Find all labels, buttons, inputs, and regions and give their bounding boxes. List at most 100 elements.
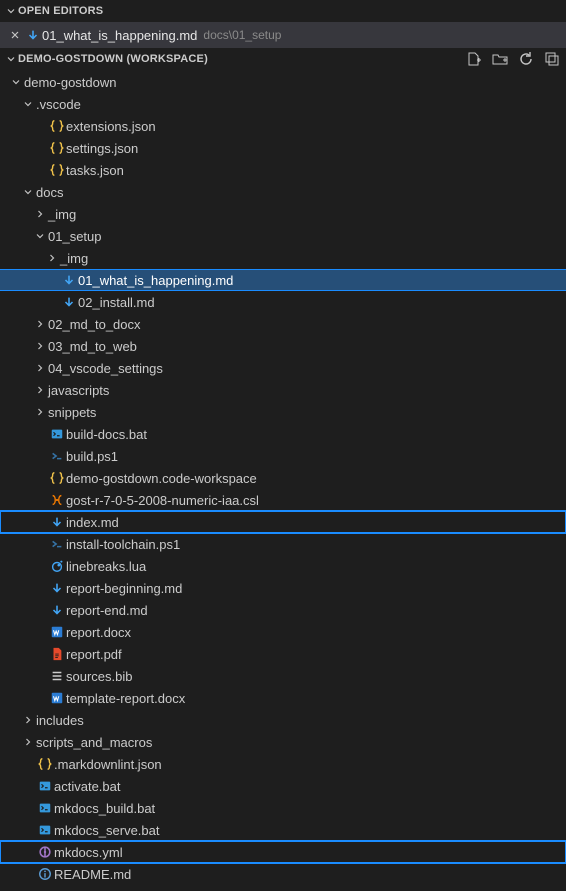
json-icon (36, 757, 54, 771)
tree-file[interactable]: .markdownlint.json (0, 753, 566, 775)
bat-icon (48, 427, 66, 441)
tree-folder[interactable]: _img (0, 247, 566, 269)
json-icon (48, 163, 66, 177)
tree-file[interactable]: extensions.json (0, 115, 566, 137)
open-editor-tab-label: 01_what_is_happening.md (42, 28, 197, 43)
tree-item-label: report-end.md (66, 603, 148, 618)
tree-item-label: mkdocs.yml (54, 845, 123, 860)
tree-folder[interactable]: javascripts (0, 379, 566, 401)
tree-item-label: mkdocs_serve.bat (54, 823, 160, 838)
tree-folder[interactable]: includes (0, 709, 566, 731)
tree-file[interactable]: activate.bat (0, 775, 566, 797)
tree-file[interactable]: report-end.md (0, 599, 566, 621)
tree-file[interactable]: settings.json (0, 137, 566, 159)
tree-file[interactable]: 02_install.md (0, 291, 566, 313)
tree-file[interactable]: demo-gostdown.code-workspace (0, 467, 566, 489)
tree-file[interactable]: gost-r-7-0-5-2008-numeric-iaa.csl (0, 489, 566, 511)
tree-item-label: 01_what_is_happening.md (78, 273, 233, 288)
refresh-icon[interactable] (518, 51, 534, 67)
tree-file[interactable]: build-docs.bat (0, 423, 566, 445)
tree-file[interactable]: sources.bib (0, 665, 566, 687)
tree-item-label: snippets (48, 405, 96, 420)
tree-folder[interactable]: 02_md_to_docx (0, 313, 566, 335)
docx-icon (48, 625, 66, 639)
tree-item-label: report-beginning.md (66, 581, 182, 596)
tree-item-label: README.md (54, 867, 131, 882)
workspace-header[interactable]: DEMO-GOSTDOWN (WORKSPACE) (0, 48, 566, 70)
tree-folder[interactable]: scripts_and_macros (0, 731, 566, 753)
tree-item-label: docs (36, 185, 63, 200)
tree-file[interactable]: template-report.docx (0, 687, 566, 709)
new-file-icon[interactable] (466, 51, 482, 67)
new-folder-icon[interactable] (492, 51, 508, 67)
chevron-down-icon[interactable] (32, 230, 48, 242)
ps1-icon (48, 537, 66, 551)
tree-file[interactable]: report-beginning.md (0, 577, 566, 599)
tree-item-label: 03_md_to_web (48, 339, 137, 354)
tree-item-label: .vscode (36, 97, 81, 112)
open-editors-header[interactable]: OPEN EDITORS (0, 0, 566, 22)
json-icon (48, 141, 66, 155)
chevron-right-icon[interactable] (20, 736, 36, 748)
json-icon (48, 119, 66, 133)
tree-folder[interactable]: _img (0, 203, 566, 225)
workspace-title: DEMO-GOSTDOWN (WORKSPACE) (18, 53, 208, 65)
tree-file[interactable]: report.pdf (0, 643, 566, 665)
chevron-right-icon[interactable] (32, 318, 48, 330)
chevron-right-icon[interactable] (32, 362, 48, 374)
tree-item-label: sources.bib (66, 669, 132, 684)
chevron-right-icon[interactable] (44, 252, 60, 264)
tree-file[interactable]: install-toolchain.ps1 (0, 533, 566, 555)
tree-folder[interactable]: snippets (0, 401, 566, 423)
tree-folder[interactable]: .vscode (0, 93, 566, 115)
chevron-down-icon[interactable] (8, 76, 24, 88)
tree-file[interactable]: build.ps1 (0, 445, 566, 467)
chevron-right-icon[interactable] (32, 340, 48, 352)
tree-item-label: activate.bat (54, 779, 121, 794)
md-icon (48, 603, 66, 617)
chevron-down-icon (4, 5, 18, 17)
tree-folder[interactable]: 03_md_to_web (0, 335, 566, 357)
tree-item-label: 01_setup (48, 229, 102, 244)
lua-icon (48, 559, 66, 573)
close-icon[interactable] (6, 29, 24, 41)
tree-item-label: build.ps1 (66, 449, 118, 464)
tree-item-label: mkdocs_build.bat (54, 801, 155, 816)
chevron-down-icon[interactable] (20, 186, 36, 198)
tree-file[interactable]: tasks.json (0, 159, 566, 181)
chevron-right-icon[interactable] (20, 714, 36, 726)
tree-item-label: _img (48, 207, 76, 222)
chevron-right-icon[interactable] (32, 406, 48, 418)
workspace-actions (466, 51, 560, 67)
tree-file[interactable]: mkdocs.yml (0, 841, 566, 863)
chevron-right-icon[interactable] (32, 208, 48, 220)
tree-file[interactable]: linebreaks.lua (0, 555, 566, 577)
yml-icon (36, 845, 54, 859)
chevron-right-icon[interactable] (32, 384, 48, 396)
chevron-down-icon[interactable] (20, 98, 36, 110)
tree-folder[interactable]: demo-gostdown (0, 71, 566, 93)
csl-icon (48, 493, 66, 507)
tree-file[interactable]: mkdocs_serve.bat (0, 819, 566, 841)
tree-item-label: report.pdf (66, 647, 122, 662)
ps1-icon (48, 449, 66, 463)
tree-file[interactable]: report.docx (0, 621, 566, 643)
tree-folder[interactable]: 01_setup (0, 225, 566, 247)
tree-file[interactable]: README.md (0, 863, 566, 885)
tree-folder[interactable]: docs (0, 181, 566, 203)
collapse-all-icon[interactable] (544, 51, 560, 67)
markdown-icon (24, 28, 42, 42)
tree-file[interactable]: 01_what_is_happening.md (0, 269, 566, 291)
tree-file[interactable]: mkdocs_build.bat (0, 797, 566, 819)
open-editor-tab[interactable]: 01_what_is_happening.md docs\01_setup (0, 22, 566, 48)
tree-item-label: index.md (66, 515, 119, 530)
md-icon (60, 295, 78, 309)
tree-item-label: tasks.json (66, 163, 124, 178)
bat-icon (36, 823, 54, 837)
bat-icon (36, 779, 54, 793)
tree-folder[interactable]: 04_vscode_settings (0, 357, 566, 379)
tree-file[interactable]: index.md (0, 511, 566, 533)
open-editor-tab-desc: docs\01_setup (203, 28, 281, 42)
md-icon (48, 581, 66, 595)
docx-icon (48, 691, 66, 705)
